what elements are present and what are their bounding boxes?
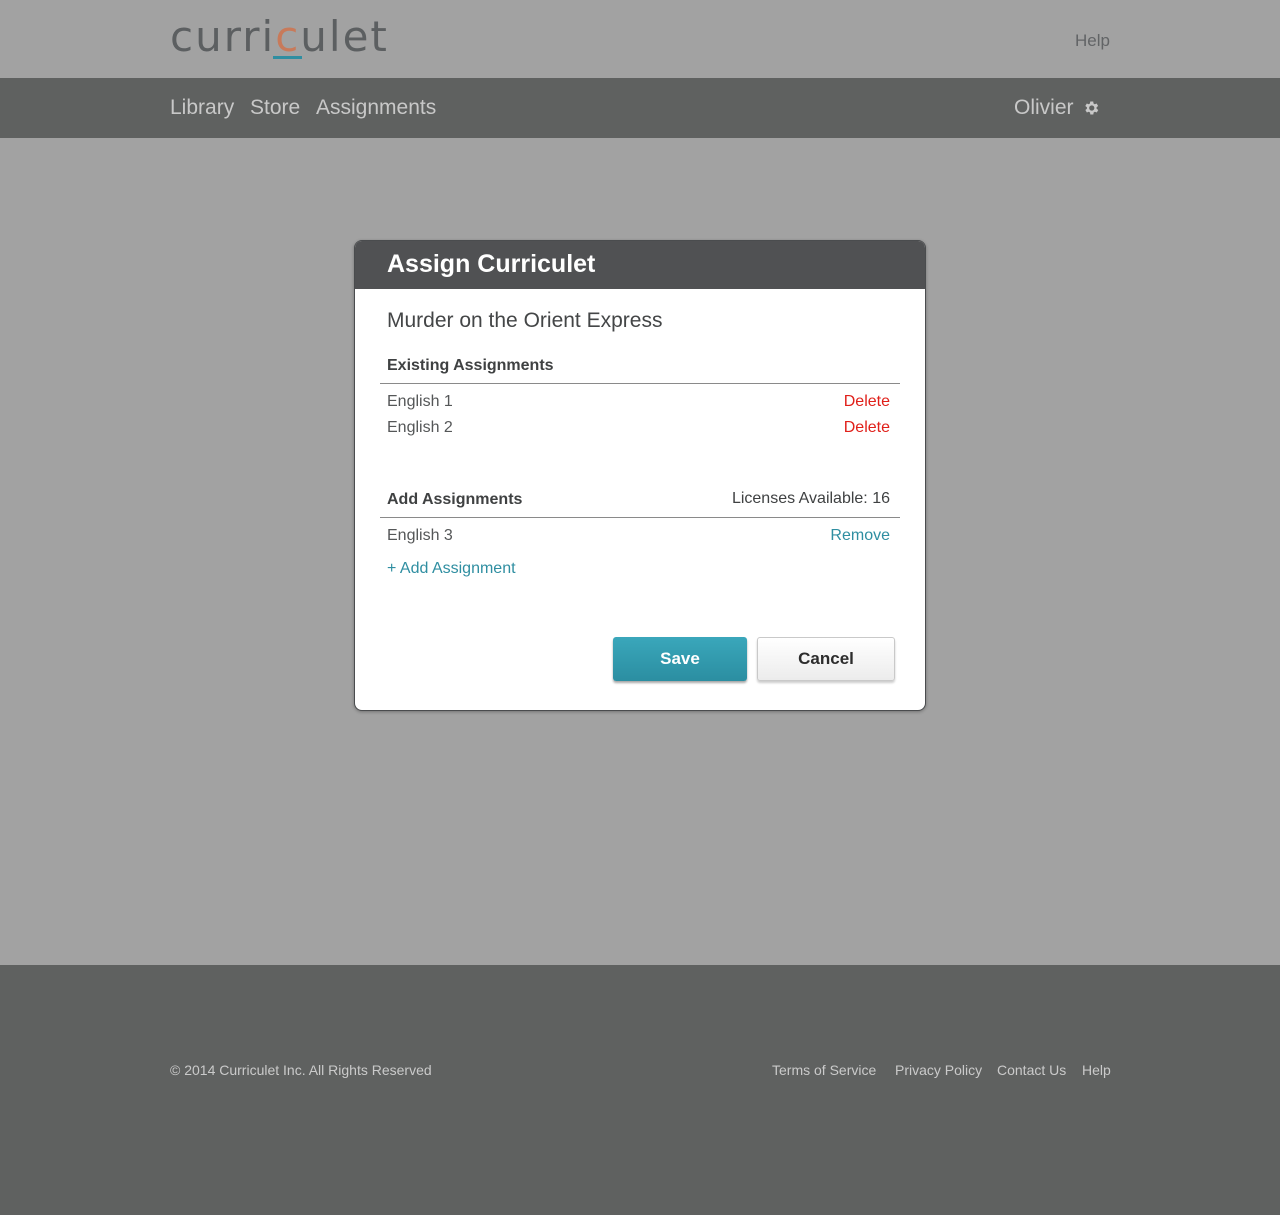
dialog-title: Assign Curriculet	[387, 250, 596, 278]
footer-link-privacy[interactable]: Privacy Policy	[895, 1062, 982, 1078]
gear-icon[interactable]	[1082, 99, 1100, 117]
new-assignment-label: English 3	[387, 527, 453, 544]
nav-store[interactable]: Store	[250, 96, 300, 120]
book-title: Murder on the Orient Express	[387, 309, 663, 332]
delete-assignment-link[interactable]: Delete	[844, 393, 890, 411]
top-bar: curriculet Help	[0, 0, 1280, 78]
logo-text-end: ulet	[300, 12, 389, 61]
footer-link-contact[interactable]: Contact Us	[997, 1062, 1066, 1078]
curriculet-logo[interactable]: curriculet	[170, 12, 389, 61]
cancel-button[interactable]: Cancel	[757, 637, 895, 681]
existing-assignments-heading: Existing Assignments	[387, 357, 554, 374]
licenses-available: Licenses Available: 16	[731, 490, 890, 507]
footer-link-terms[interactable]: Terms of Service	[772, 1062, 876, 1078]
save-button[interactable]: Save	[613, 637, 747, 681]
add-assignment-link[interactable]: + Add Assignment	[387, 560, 516, 578]
footer: © 2014 Curriculet Inc. All Rights Reserv…	[0, 965, 1280, 1215]
nav-assignments[interactable]: Assignments	[316, 96, 436, 120]
divider	[380, 517, 900, 518]
header-help-link[interactable]: Help	[1075, 31, 1110, 51]
remove-assignment-link[interactable]: Remove	[830, 527, 890, 545]
footer-link-help[interactable]: Help	[1082, 1062, 1111, 1078]
divider	[380, 383, 900, 384]
logo-text-start: curri	[170, 12, 276, 61]
existing-assignment-label: English 1	[387, 393, 453, 410]
existing-assignment-label: English 2	[387, 419, 453, 436]
user-menu-name[interactable]: Olivier	[1014, 96, 1074, 120]
add-assignments-heading: Add Assignments	[387, 491, 523, 508]
assign-curriculet-dialog: Assign Curriculet Murder on the Orient E…	[354, 240, 926, 711]
dialog-header: Assign Curriculet	[355, 241, 925, 289]
logo-text-accent: c	[275, 12, 301, 61]
copyright-text: © 2014 Curriculet Inc. All Rights Reserv…	[170, 1062, 432, 1078]
nav-library[interactable]: Library	[170, 96, 234, 120]
delete-assignment-link[interactable]: Delete	[844, 419, 890, 437]
